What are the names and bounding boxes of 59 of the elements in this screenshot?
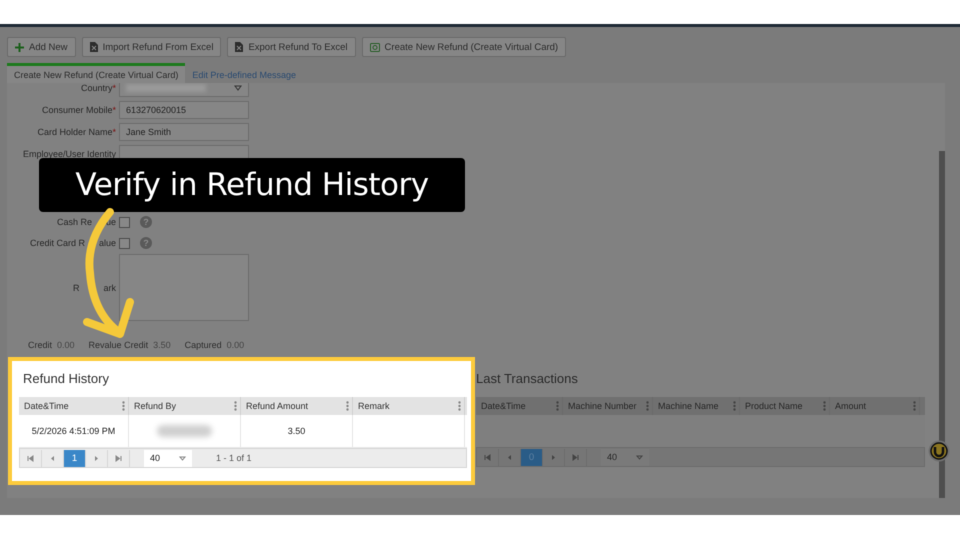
file-icon xyxy=(235,42,244,52)
column-menu-icon[interactable] xyxy=(646,401,649,411)
column-header[interactable]: Amount xyxy=(835,401,866,411)
remark-field[interactable] xyxy=(119,254,249,321)
field-label: Consumer Mobile* xyxy=(40,105,116,115)
toolbar-button[interactable]: Create New Refund (Create Virtual Card) xyxy=(362,37,566,57)
field-label: Credit Card R xyxy=(30,238,85,248)
text-field[interactable]: 613270620015 xyxy=(119,101,249,119)
support-icon[interactable] xyxy=(928,440,950,462)
column-menu-icon[interactable] xyxy=(346,401,349,411)
column-menu-icon[interactable] xyxy=(234,401,237,411)
card-icon xyxy=(370,42,380,52)
column-menu-icon[interactable] xyxy=(122,401,125,411)
field-label: Cash Re xyxy=(56,217,92,227)
column-header[interactable]: Refund Amount xyxy=(246,401,308,411)
column-menu-icon[interactable] xyxy=(458,401,461,411)
caret-icon xyxy=(234,85,242,91)
column-header[interactable]: Date&Time xyxy=(24,401,69,411)
column-menu-icon[interactable] xyxy=(733,401,736,411)
field-label: ark xyxy=(103,282,116,292)
checkbox[interactable] xyxy=(119,238,130,248)
toolbar-button[interactable]: Export Refund To Excel xyxy=(227,37,356,57)
text-field[interactable]: Jane Smith xyxy=(119,123,249,141)
toolbar-button[interactable]: Import Refund From Excel xyxy=(82,37,222,57)
column-header[interactable]: Machine Number xyxy=(568,401,637,411)
column-header[interactable]: Date&Time xyxy=(481,401,526,411)
table-cell: 5/2/2026 4:51:09 PM xyxy=(32,426,116,436)
field-label: R xyxy=(72,282,80,292)
field-label: Country* xyxy=(80,83,116,93)
column-header[interactable]: Refund By xyxy=(134,401,176,411)
panel-title: Last Transactions xyxy=(476,370,579,388)
column-menu-icon[interactable] xyxy=(556,401,559,411)
total-value: 3.50 xyxy=(153,340,171,350)
tab[interactable]: Edit Pre-defined Message xyxy=(185,63,303,83)
callout-tooltip: Verify in Refund History xyxy=(39,158,465,212)
toolbar-button[interactable]: Add New xyxy=(7,37,76,57)
field-label: Card Holder Name* xyxy=(36,127,116,137)
table-cell: 3.50 xyxy=(288,426,306,436)
file-icon xyxy=(90,42,98,52)
help-icon: ? xyxy=(140,216,152,228)
column-header[interactable]: Remark xyxy=(358,401,390,411)
plus-icon xyxy=(15,42,24,52)
column-header[interactable]: Product Name xyxy=(745,401,803,411)
field-label: Employee/User Identity xyxy=(22,149,116,159)
total-label: Revalue Credit xyxy=(88,340,148,350)
column-menu-icon[interactable] xyxy=(913,401,916,411)
blurred-value xyxy=(157,425,212,437)
tab[interactable]: Create New Refund (Create Virtual Card) xyxy=(7,63,186,83)
column-header[interactable]: Machine Name xyxy=(658,401,719,411)
total-value: 0.00 xyxy=(57,340,75,350)
column-menu-icon[interactable] xyxy=(823,401,826,411)
help-icon: ? xyxy=(140,237,152,249)
total-label: Credit xyxy=(28,340,52,350)
total-value: 0.00 xyxy=(226,340,244,350)
panel-title: Refund History xyxy=(22,370,110,388)
total-label: Captured xyxy=(184,340,222,350)
field-label: alue xyxy=(98,238,116,248)
select-field[interactable] xyxy=(119,83,249,97)
checkbox[interactable] xyxy=(119,216,130,228)
